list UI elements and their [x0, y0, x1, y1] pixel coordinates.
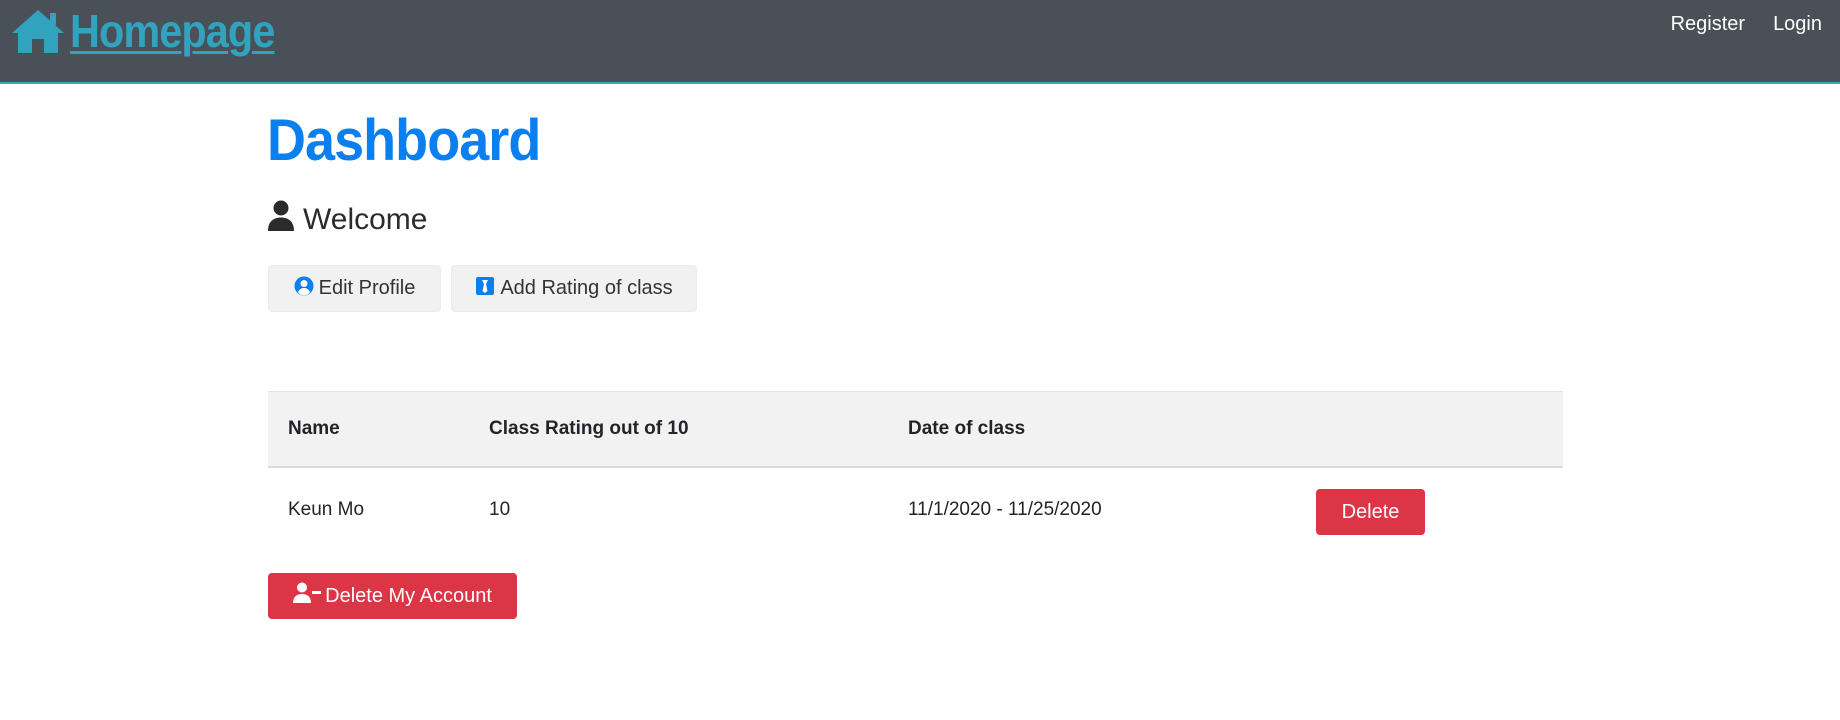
edit-profile-label: Edit Profile [318, 277, 416, 299]
header-date: Date of class [908, 417, 1026, 439]
header-rating: Class Rating out of 10 [489, 417, 689, 439]
user-minus-icon [293, 582, 325, 610]
add-rating-button[interactable]: Add Rating of class [451, 265, 697, 312]
login-link[interactable]: Login [1773, 12, 1822, 36]
cell-rating: 10 [489, 499, 511, 520]
delete-row-button[interactable]: Delete [1316, 489, 1425, 535]
welcome-heading: Welcome [267, 200, 427, 240]
homepage-link[interactable]: Homepage [10, 4, 297, 58]
table-header-row: Name Class Rating out of 10 Date of clas… [268, 391, 1563, 467]
header-name: Name [288, 417, 340, 439]
user-circle-icon [294, 276, 319, 302]
header-action [1296, 392, 1563, 467]
add-rating-label: Add Rating of class [500, 277, 673, 299]
rating-icon [475, 276, 500, 302]
welcome-text: Welcome [303, 203, 428, 236]
nav-links: Register Login [1671, 12, 1822, 36]
delete-account-label: Delete My Account [325, 584, 492, 607]
page-title: Dashboard [267, 108, 541, 173]
cell-name: Keun Mo [288, 499, 365, 520]
top-navbar: Homepage Register Login [0, 0, 1840, 84]
register-link[interactable]: Register [1671, 12, 1745, 36]
brand-label: Homepage [70, 5, 275, 57]
table-row: Keun Mo 10 11/1/2020 - 11/25/2020 Delete [268, 467, 1563, 553]
cell-date: 11/1/2020 - 11/25/2020 [908, 499, 1102, 520]
home-icon [10, 7, 66, 55]
edit-profile-button[interactable]: Edit Profile [268, 265, 441, 312]
delete-account-button[interactable]: Delete My Account [268, 573, 517, 619]
user-icon [267, 200, 303, 240]
ratings-table: Name Class Rating out of 10 Date of clas… [268, 391, 1563, 553]
cell-action: Delete [1296, 467, 1563, 553]
